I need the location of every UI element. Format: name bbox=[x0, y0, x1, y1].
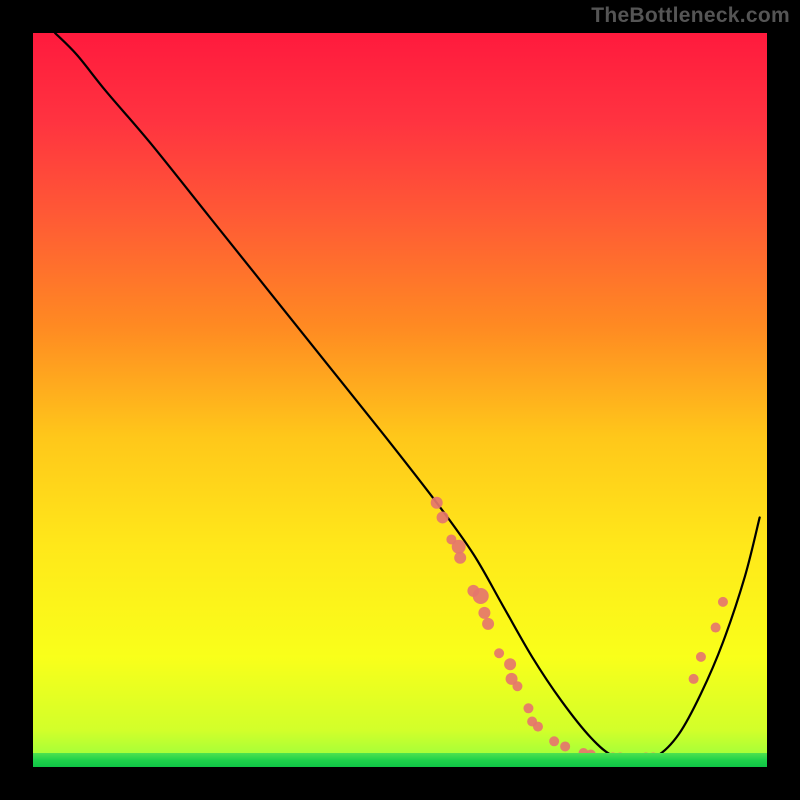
data-point bbox=[711, 623, 721, 633]
data-point bbox=[718, 597, 728, 607]
data-point bbox=[454, 552, 466, 564]
watermark-text: TheBottleneck.com bbox=[591, 4, 790, 28]
data-point bbox=[549, 736, 559, 746]
data-point bbox=[696, 652, 706, 662]
data-point bbox=[437, 511, 449, 523]
data-point bbox=[533, 722, 543, 732]
gradient-background bbox=[33, 33, 767, 767]
plot-area bbox=[33, 33, 767, 767]
chart-container: TheBottleneck.com bbox=[0, 0, 800, 800]
data-point bbox=[689, 674, 699, 684]
data-point bbox=[473, 588, 489, 604]
data-point bbox=[478, 607, 490, 619]
data-point bbox=[560, 741, 570, 751]
data-point bbox=[452, 540, 466, 554]
data-point bbox=[523, 703, 533, 713]
data-point bbox=[512, 681, 522, 691]
chart-svg bbox=[33, 33, 767, 767]
data-point bbox=[482, 618, 494, 630]
data-point bbox=[494, 648, 504, 658]
data-point bbox=[431, 497, 443, 509]
green-band bbox=[33, 753, 767, 767]
data-point bbox=[504, 658, 516, 670]
